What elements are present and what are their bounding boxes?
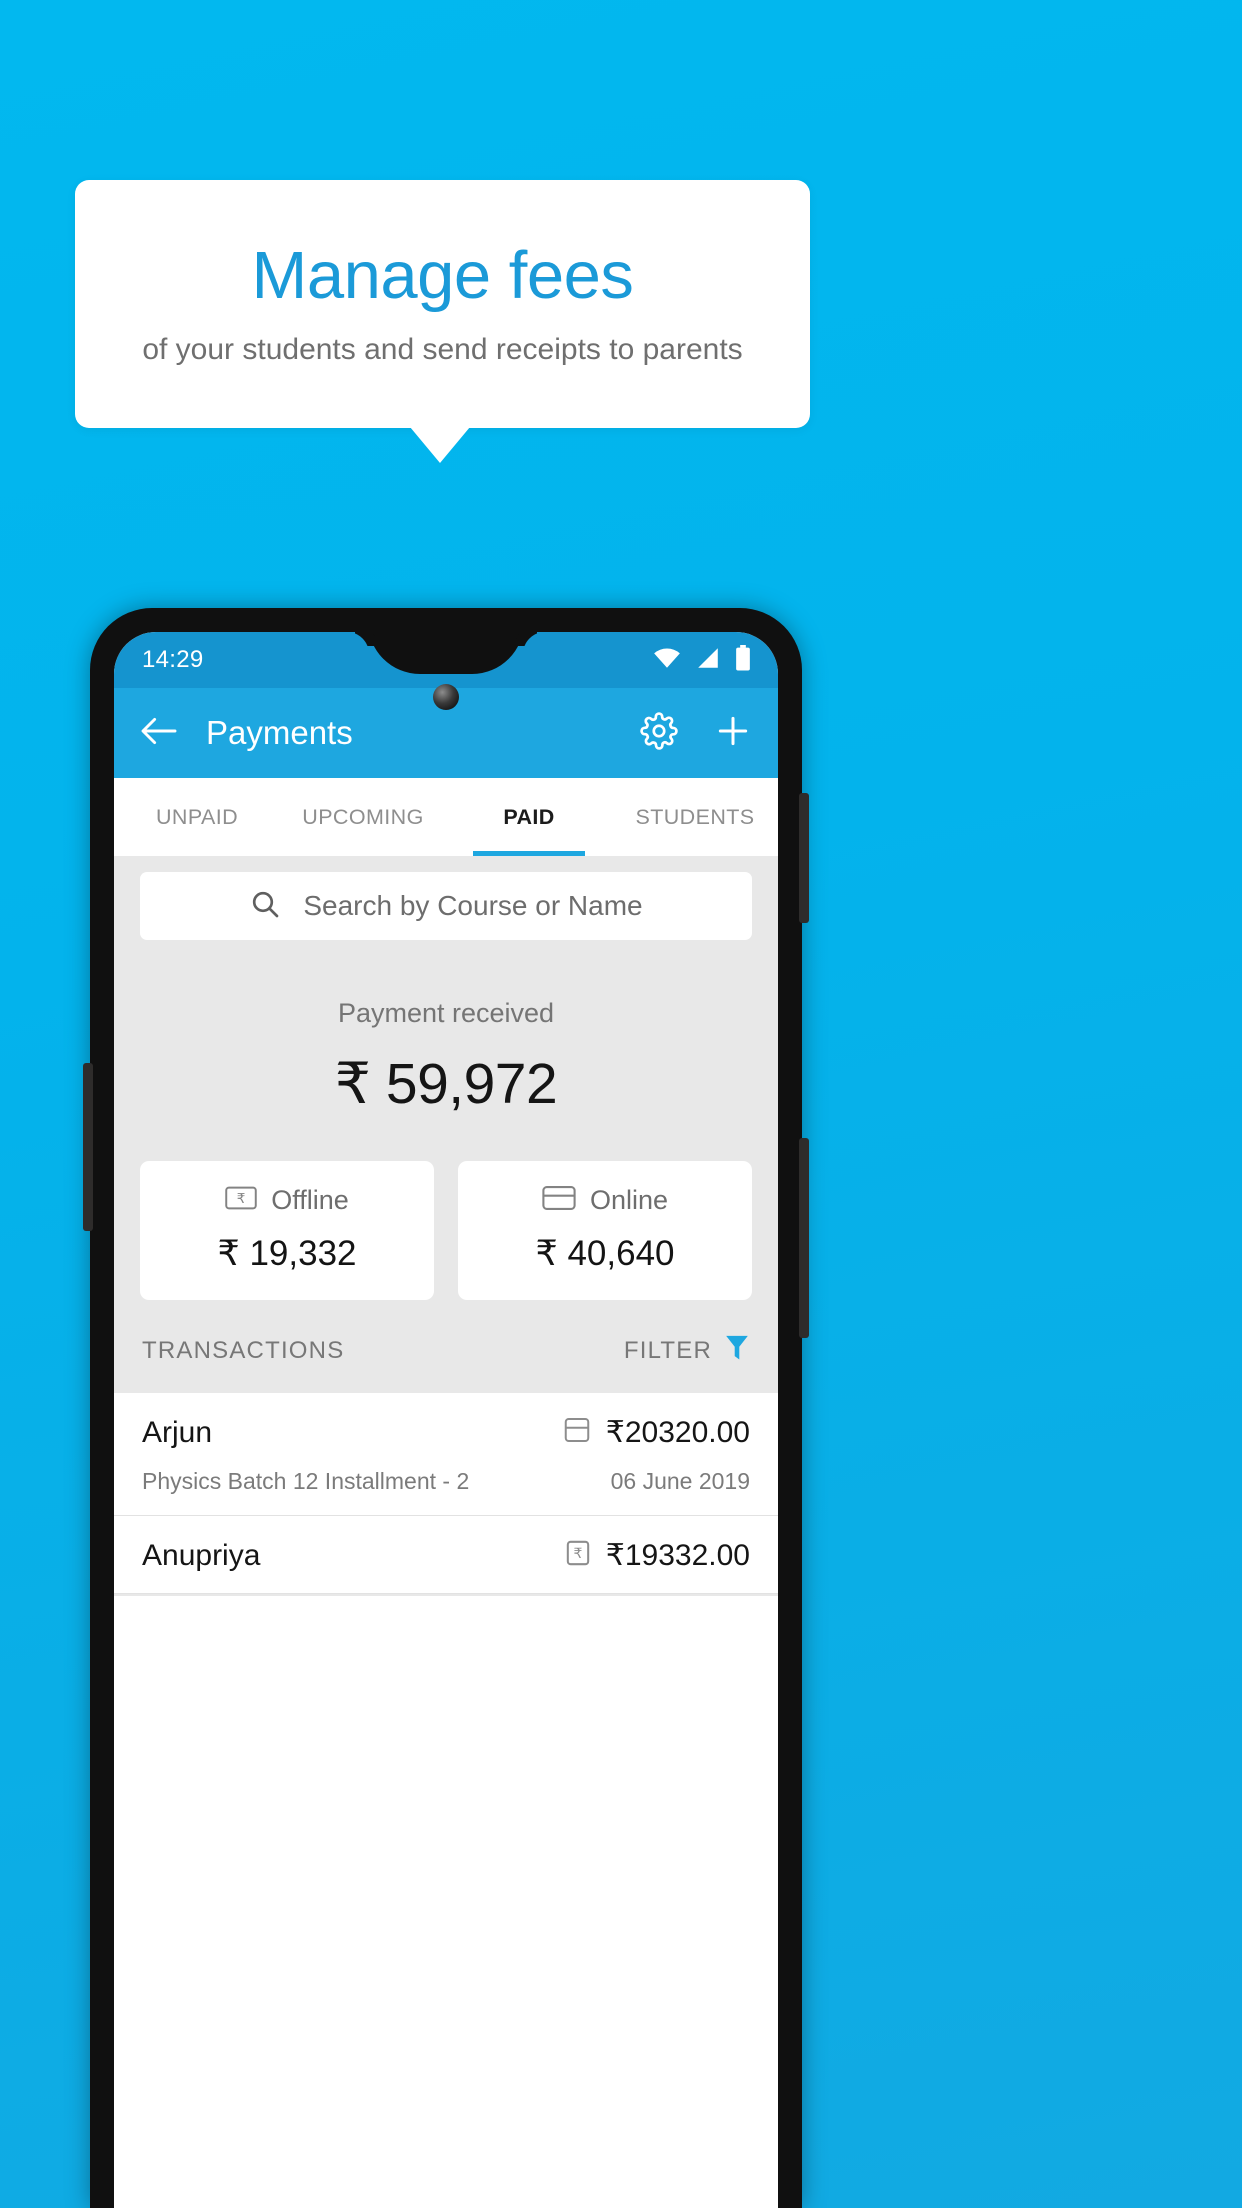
status-bar: 14:29 [114, 632, 778, 710]
search-input[interactable]: Search by Course or Name [140, 872, 752, 940]
online-card-header: Online [458, 1185, 752, 1216]
wifi-icon [652, 647, 682, 674]
promo-callout-card: Manage fees of your students and send re… [75, 180, 810, 428]
status-time: 14:29 [142, 646, 204, 673]
transaction-date: 06 June 2019 [610, 1468, 750, 1494]
promo-callout-tail [410, 427, 470, 463]
tab-paid[interactable]: PAID [446, 778, 612, 856]
funnel-icon [724, 1334, 750, 1367]
online-payment-card[interactable]: Online ₹ 40,640 [458, 1161, 752, 1300]
tab-upcoming[interactable]: UPCOMING [280, 778, 446, 856]
transactions-label: TRANSACTIONS [142, 1336, 345, 1364]
payment-summary: Payment received ₹ 59,972 [114, 940, 778, 1127]
app-bar-title: Payments [206, 714, 353, 751]
svg-text:₹: ₹ [573, 1546, 582, 1562]
transaction-secondary-line: Physics Batch 12 Installment - 2 06 June… [142, 1468, 750, 1495]
search-placeholder: Search by Course or Name [303, 890, 643, 921]
transaction-primary-line: Anupriya ₹ ₹19332.00 [142, 1538, 750, 1573]
phone-left-button[interactable] [83, 1063, 93, 1231]
plus-icon[interactable] [714, 712, 752, 755]
tab-bar: UNPAID UPCOMING PAID STUDENTS [114, 778, 778, 856]
gear-icon[interactable] [640, 711, 678, 755]
transaction-name: Anupriya [142, 1538, 261, 1572]
cash-note-icon: ₹ [225, 1185, 257, 1216]
offline-card-header: ₹ Offline [140, 1185, 434, 1216]
credit-card-icon [542, 1185, 576, 1216]
paid-tab-content: Search by Course or Name Payment receive… [114, 856, 778, 1596]
payment-received-label: Payment received [337, 998, 555, 1028]
tab-students[interactable]: STUDENTS [612, 778, 778, 856]
transaction-amount-group: ₹20320.00 [562, 1415, 750, 1450]
phone-mockup: 14:29 Payments UNPAID UPCOMING PAID STUD… [83, 608, 809, 2208]
search-container: Search by Course or Name [114, 856, 778, 940]
phone-screen: 14:29 Payments UNPAID UPCOMING PAID STUD… [114, 632, 778, 2208]
filter-button[interactable]: FILTER [624, 1334, 750, 1367]
credit-card-icon [562, 1417, 592, 1448]
transaction-name: Arjun [142, 1415, 213, 1449]
back-arrow-icon[interactable] [140, 715, 178, 752]
promo-subtitle: of your students and send receipts to pa… [142, 333, 743, 367]
filter-label: FILTER [623, 1336, 712, 1364]
cash-note-icon: ₹ [564, 1540, 592, 1571]
transaction-amount-group: ₹ ₹19332.00 [564, 1538, 750, 1573]
signal-icon [695, 647, 721, 674]
search-icon [249, 888, 281, 925]
battery-icon [734, 644, 752, 676]
transaction-primary-line: Arjun ₹20320.00 [142, 1415, 750, 1450]
promo-title: Manage fees [251, 237, 634, 313]
offline-card-amount: ₹ 19,332 [217, 1234, 357, 1273]
payment-received-amount: ₹ 59,972 [334, 1052, 558, 1116]
offline-card-label: Offline [271, 1185, 349, 1215]
online-card-label: Online [589, 1185, 669, 1215]
table-row[interactable]: Anupriya ₹ ₹19332.00 [114, 1516, 778, 1594]
phone-volume-button[interactable] [799, 1138, 809, 1338]
app-bar-actions [640, 711, 752, 755]
transaction-course: Physics Batch 12 Installment - 2 [142, 1468, 470, 1494]
transactions-header: TRANSACTIONS FILTER [114, 1300, 778, 1393]
transaction-list: Arjun ₹20320.00 Physics Batch 12 Install… [114, 1393, 778, 1594]
transaction-amount: ₹19332.00 [605, 1539, 750, 1572]
tab-unpaid[interactable]: UNPAID [114, 778, 280, 856]
offline-payment-card[interactable]: ₹ Offline ₹ 19,332 [140, 1161, 434, 1300]
front-camera [433, 684, 459, 710]
display-notch [368, 632, 524, 674]
payment-method-cards: ₹ Offline ₹ 19,332 Online ₹ 40,640 [114, 1127, 778, 1300]
table-row[interactable]: Arjun ₹20320.00 Physics Batch 12 Install… [114, 1393, 778, 1516]
online-card-amount: ₹ 40,640 [535, 1234, 675, 1273]
svg-text:₹: ₹ [237, 1191, 246, 1207]
status-bar-icons [652, 644, 752, 676]
phone-power-button[interactable] [799, 793, 809, 923]
transaction-amount: ₹20320.00 [605, 1416, 750, 1449]
